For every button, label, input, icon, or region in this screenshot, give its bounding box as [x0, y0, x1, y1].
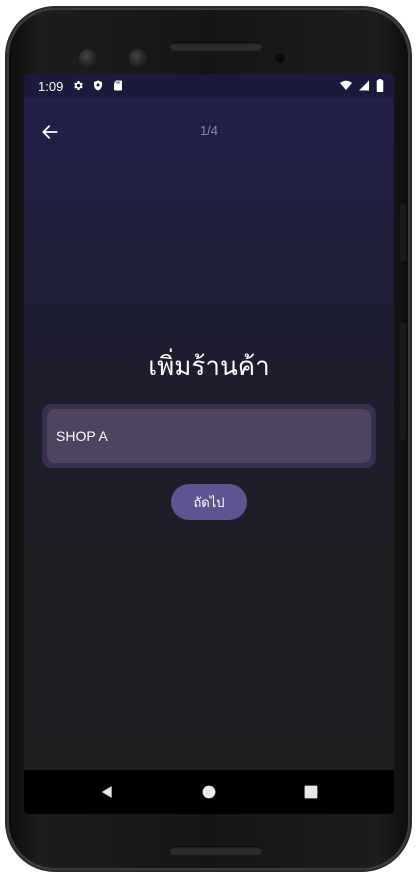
home-circle-icon: [202, 785, 216, 799]
bottom-speaker: [169, 846, 263, 855]
step-indicator: 1/4: [199, 123, 219, 138]
battery-icon: [376, 79, 384, 92]
add-shop-screen: 1/4 เพิ่มร้านค้า ถัดไป: [24, 98, 394, 770]
front-camera: [79, 49, 97, 67]
cell-signal-icon: [359, 80, 369, 91]
next-button-label: ถัดไป: [193, 495, 225, 511]
volume-button: [400, 322, 406, 440]
earpiece-speaker: [169, 42, 263, 51]
proximity-sensor: [275, 53, 285, 63]
back-triangle-icon: [101, 786, 112, 798]
status-time: 1:09: [38, 79, 64, 94]
system-nav-bar: [24, 770, 394, 814]
nav-back-button[interactable]: [96, 781, 118, 803]
shop-name-field: [42, 404, 376, 468]
next-button[interactable]: ถัดไป: [171, 484, 247, 520]
recents-square-icon: [304, 785, 318, 799]
nav-recents-button[interactable]: [300, 781, 322, 803]
device-screen: 1:09 1/4 เพิ่มร้านค้า SHOP A ถัดไป: [24, 74, 394, 814]
status-icons-left: [72, 79, 124, 92]
page-title: เพิ่มร้านค้า: [148, 352, 270, 382]
nav-home-button[interactable]: [198, 781, 220, 803]
power-button: [400, 204, 406, 262]
shop-name-input[interactable]: [47, 427, 358, 445]
shop-name-field-inner: [47, 409, 371, 463]
wifi-icon: [340, 80, 352, 90]
settings-gear-icon: [74, 81, 83, 90]
sd-card-icon: [114, 80, 122, 91]
shield-icon: [94, 80, 102, 91]
status-icons-right: [340, 79, 384, 92]
front-camera-secondary: [129, 49, 147, 67]
status-bar: 1:09: [24, 74, 394, 98]
